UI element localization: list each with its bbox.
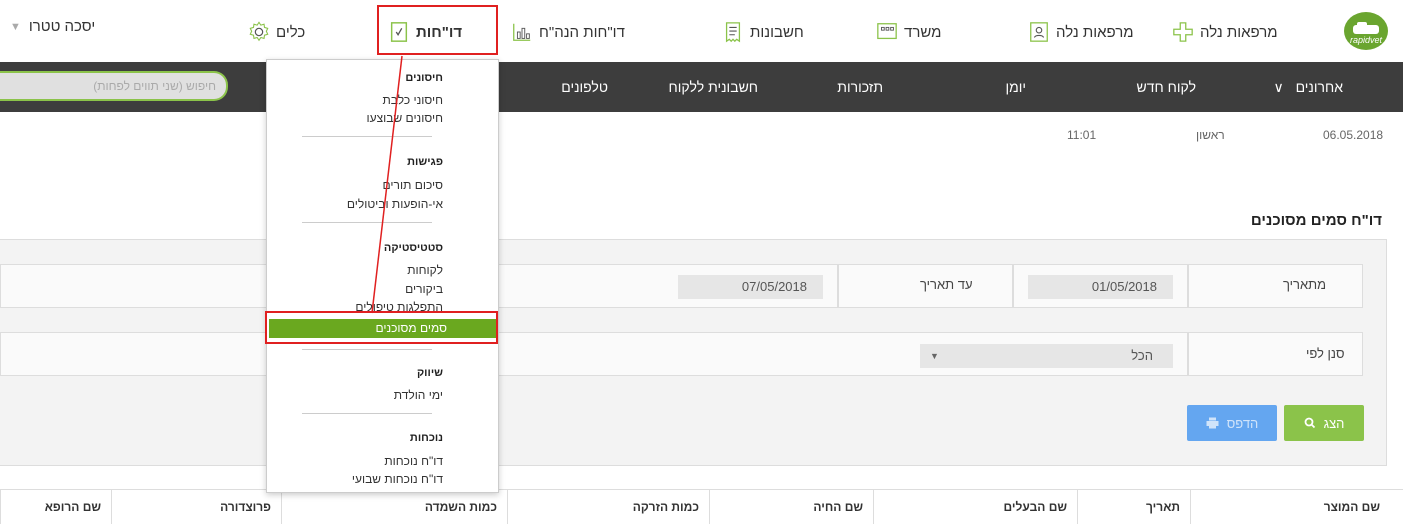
show-button[interactable]: הצג — [1284, 405, 1364, 441]
user-name: יסכה טטרו — [28, 18, 96, 35]
menu-item-performed-vaccines[interactable]: חיסונים שבוצעו — [367, 111, 443, 125]
rapidvet-logo[interactable]: rapidvet — [1344, 12, 1388, 50]
reports-highlight-box — [377, 5, 498, 55]
chevron-down-icon: ∨ — [1273, 79, 1284, 95]
print-button-label: הדפס — [1226, 415, 1259, 431]
current-time: 11:01 — [1067, 128, 1097, 142]
medical-cross-icon — [1173, 22, 1193, 42]
results-table-header: שם המוצר תאריך שם הבעלים שם החיה כמות הז… — [0, 489, 1403, 524]
print-button[interactable]: הדפס — [1187, 405, 1277, 441]
menu-item-weekly-attendance-report[interactable]: דו"ח נוכחות שבועי — [352, 472, 443, 486]
office-building-icon — [877, 23, 897, 40]
col-procedure[interactable]: פרוצדורה — [111, 490, 281, 524]
menu-section-statistics: סטטיסטיקה — [383, 242, 443, 254]
toolbar-tools[interactable]: כלים — [248, 18, 305, 46]
toolbar-accounts-label: חשבונות — [750, 23, 804, 41]
current-day: ראשון — [1196, 128, 1225, 142]
page-title: דו"ח סמים מסוכנים — [1250, 212, 1382, 229]
search-icon — [1304, 417, 1315, 429]
toolbar-accounts[interactable]: חשבונות — [722, 18, 804, 46]
col-animal-name[interactable]: שם החיה — [709, 490, 873, 524]
menu-item-clients[interactable]: לקוחות — [407, 263, 443, 277]
toolbar-clinics-1-label: מרפאות נלה — [1200, 23, 1278, 41]
caret-down-icon: ▼ — [10, 20, 21, 33]
top-toolbar: rapidvet מרפאות נלה מרפאות נלה משרד חשבו… — [0, 0, 1403, 62]
toolbar-accounting-reports-label: דו"חות הנה"ח — [539, 23, 625, 41]
select-arrow-icon: ▼ — [930, 351, 939, 361]
nav-recent[interactable]: אחרונים ∨ — [1273, 79, 1343, 96]
menu-divider — [302, 222, 432, 223]
reports-dropdown-menu: חיסונים חיסוני כלבת חיסונים שבוצעו פגישו… — [266, 59, 499, 493]
toolbar-clinics-1[interactable]: מרפאות נלה — [1172, 18, 1278, 46]
nav-client-invoice[interactable]: חשבונית ללקוח — [669, 79, 758, 95]
current-date: 06.05.2018 — [1323, 128, 1384, 142]
from-date-label: מתאריך — [1283, 277, 1327, 292]
menu-item-appointments-summary[interactable]: סיכום תורים — [383, 178, 443, 192]
toolbar-office-label: משרד — [904, 23, 942, 41]
person-card-icon — [1030, 22, 1048, 42]
filter-by-label: סנן לפי — [1306, 346, 1345, 361]
col-doctor-name[interactable]: שם הרופא — [0, 490, 111, 524]
from-date-input[interactable]: 01/05/2018 — [1028, 275, 1173, 299]
menu-item-attendance-report[interactable]: דו"ח נוכחות — [384, 454, 443, 468]
col-injection-amount[interactable]: כמות הזרקה — [507, 490, 709, 524]
nav-reminders[interactable]: תזכורות — [837, 79, 883, 95]
filter-select[interactable]: הכל ▼ — [920, 344, 1173, 368]
main-navbar: אחרונים ∨ לקוח חדש יומן תזכורות חשבונית … — [0, 62, 1403, 112]
to-date-label: עד תאריך — [920, 277, 973, 292]
toolbar-accounting-reports[interactable]: דו"חות הנה"ח — [511, 18, 625, 46]
search-input[interactable]: חיפוש (שני תווים לפחות) — [0, 71, 228, 101]
menu-item-no-shows[interactable]: אי-הופעות וביטולים — [347, 197, 443, 211]
menu-section-vaccinations: חיסונים — [405, 72, 443, 84]
toolbar-clinics-2[interactable]: מרפאות נלה — [1028, 18, 1134, 46]
bar-chart-icon — [513, 23, 531, 41]
col-disposal-amount[interactable]: כמות השמדה — [281, 490, 507, 524]
menu-item-visits[interactable]: ביקורים — [405, 282, 443, 296]
printer-icon — [1206, 417, 1219, 429]
user-menu[interactable]: יסכה טטרו ▼ — [10, 18, 95, 35]
nav-recent-label: אחרונים — [1295, 79, 1343, 95]
col-date[interactable]: תאריך — [1077, 490, 1190, 524]
dangerous-drugs-highlight-box — [265, 311, 498, 344]
menu-item-birthdays[interactable]: ימי הולדת — [394, 388, 443, 402]
menu-section-marketing: שיווק — [416, 367, 443, 379]
toolbar-tools-label: כלים — [276, 23, 306, 41]
menu-item-rabies-vaccines[interactable]: חיסוני כלבת — [382, 93, 443, 107]
menu-divider — [302, 349, 432, 350]
toolbar-clinics-2-label: מרפאות נלה — [1056, 23, 1134, 41]
from-date-label-row — [1188, 264, 1363, 308]
nav-phones[interactable]: טלפונים — [561, 79, 608, 95]
show-button-label: הצג — [1323, 415, 1345, 431]
menu-divider — [302, 413, 432, 414]
nav-calendar[interactable]: יומן — [1005, 79, 1026, 95]
invoice-icon — [725, 22, 741, 43]
menu-section-appointments: פגישות — [407, 156, 443, 168]
col-product-name[interactable]: שם המוצר — [1190, 490, 1390, 524]
toolbar-office[interactable]: משרד — [876, 18, 941, 46]
to-date-input[interactable]: 07/05/2018 — [678, 275, 823, 299]
menu-divider — [302, 136, 432, 137]
nav-new-client[interactable]: לקוח חדש — [1137, 79, 1196, 95]
filter-select-value: הכל — [1131, 348, 1153, 363]
gear-icon — [249, 21, 269, 42]
logo-icon — [1353, 22, 1379, 34]
col-owner-name[interactable]: שם הבעלים — [873, 490, 1077, 524]
menu-section-attendance: נוכחות — [409, 432, 443, 444]
